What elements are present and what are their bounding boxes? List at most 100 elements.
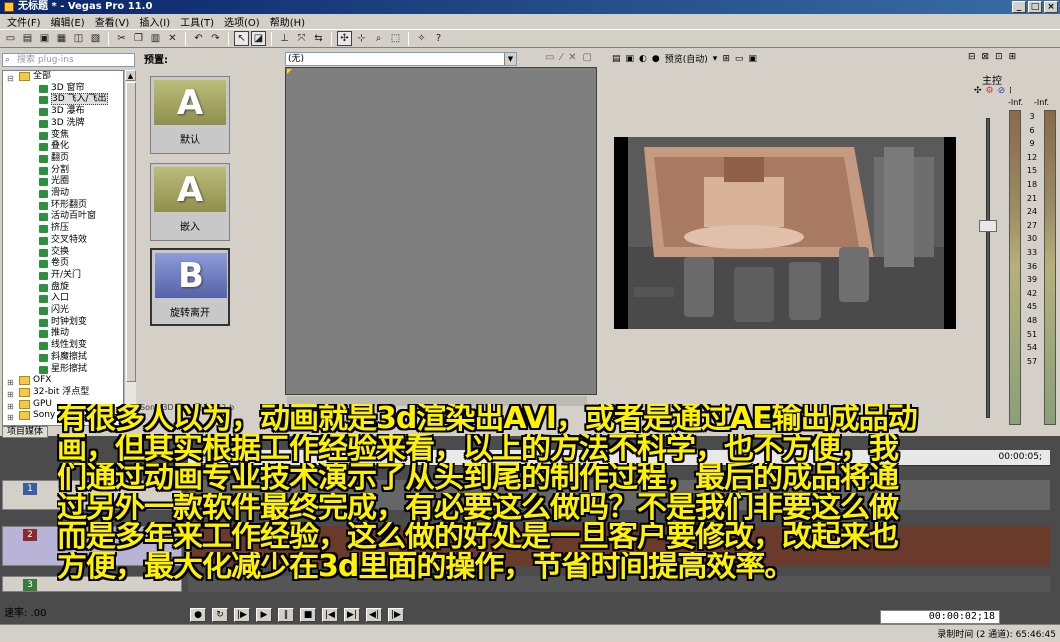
chevron-down-icon[interactable]: ▾ — [713, 54, 718, 64]
tree-item[interactable]: 交换 — [3, 247, 123, 259]
auto-ripple-icon[interactable]: ⇆ — [311, 31, 326, 46]
keyframe-marker-icon[interactable] — [287, 69, 292, 74]
save-snapshot-icon[interactable]: ▣ — [748, 54, 757, 64]
minimize-button[interactable]: _ — [1012, 1, 1026, 13]
copy-snapshot-icon[interactable]: ▭ — [735, 54, 744, 64]
solo-icon[interactable]: ⁞ — [1009, 86, 1012, 96]
tree-item[interactable]: 叠化 — [3, 141, 123, 153]
auto-crossfade-icon[interactable]: ⤧ — [294, 31, 309, 46]
bus-icon[interactable]: ⊡ — [995, 52, 1003, 62]
menu-file[interactable]: 文件(F) — [2, 14, 46, 29]
delete-preset-icon[interactable]: ✕ — [568, 52, 576, 63]
insert-icon[interactable]: ⊞ — [1009, 52, 1017, 62]
save-as-icon[interactable]: ▦ — [54, 31, 69, 46]
tree-item[interactable]: 活动百叶窗 — [3, 211, 123, 223]
selection-tool-icon[interactable]: ⬚ — [388, 31, 403, 46]
tree-item[interactable]: 交叉特效 — [3, 235, 123, 247]
tree-item[interactable]: 线性划变 — [3, 340, 123, 352]
pause-icon[interactable]: ‖ — [278, 608, 294, 622]
menu-tools[interactable]: 工具(T) — [175, 14, 219, 29]
normal-edit-tool-icon[interactable]: ↖ — [234, 31, 249, 46]
settings-gear-icon[interactable]: ⚙ — [986, 86, 994, 96]
tree-item[interactable]: 滑动 — [3, 188, 123, 200]
tree-root-ofx[interactable]: ⊞ OFX — [3, 375, 123, 387]
lock-envelopes-icon[interactable]: ✣ — [337, 31, 352, 46]
loop-icon[interactable]: ↻ — [212, 608, 228, 622]
plugin-search-input[interactable]: ⌕ 搜索 plug-ins — [2, 53, 135, 67]
tree-item[interactable]: 盘旋 — [3, 282, 123, 294]
effect-keyframe-area[interactable] — [285, 67, 597, 395]
expand-icon[interactable]: ⊞ — [7, 412, 14, 424]
preview-window-icon[interactable]: ▢ — [583, 52, 592, 63]
master-fader-track[interactable] — [986, 118, 990, 418]
tree-item[interactable]: 卷页 — [3, 258, 123, 270]
menu-edit[interactable]: 编辑(E) — [46, 14, 90, 29]
cut-icon[interactable]: ✂ — [114, 31, 129, 46]
menu-view[interactable]: 查看(V) — [90, 14, 135, 29]
save-preset-icon[interactable]: ▭ — [545, 52, 554, 63]
wand-icon[interactable]: ⁄ — [560, 52, 562, 63]
tree-root-32bit[interactable]: ⊞ 32-bit 浮点型 — [3, 387, 123, 399]
master-fader-handle[interactable] — [979, 220, 997, 232]
tree-item[interactable]: 变焦 — [3, 130, 123, 142]
tree-item[interactable]: 闪光 — [3, 305, 123, 317]
grid-icon[interactable]: ⊞ — [722, 54, 730, 64]
tree-item[interactable]: 分割 — [3, 165, 123, 177]
menu-help[interactable]: 帮助(H) — [265, 14, 310, 29]
stop-icon[interactable]: ■ — [300, 608, 316, 622]
preset-spin-away[interactable]: B 旋转离开 — [150, 248, 230, 326]
scrollbar-thumb[interactable] — [126, 82, 136, 382]
copy-icon[interactable]: ❐ — [131, 31, 146, 46]
tree-item[interactable]: 3D 瀑布 — [3, 106, 123, 118]
tree-item[interactable]: 翻页 — [3, 153, 123, 165]
tree-item[interactable]: 入口 — [3, 293, 123, 305]
tree-item[interactable]: 环形翻页 — [3, 200, 123, 212]
fx-icon[interactable]: ✣ — [974, 86, 982, 96]
route-icon[interactable]: ⊠ — [982, 52, 990, 62]
tree-item[interactable]: 推动 — [3, 328, 123, 340]
play-icon[interactable]: ▶ — [256, 608, 272, 622]
go-to-end-icon[interactable]: ▶| — [344, 608, 360, 622]
redo-icon[interactable]: ↷ — [208, 31, 223, 46]
undo-icon[interactable]: ↶ — [191, 31, 206, 46]
tree-item[interactable]: 星形擦拭 — [3, 364, 123, 376]
render-icon[interactable]: ◫ — [71, 31, 86, 46]
menu-insert[interactable]: 插入(I) — [134, 14, 175, 29]
scroll-up-icon[interactable]: ▲ — [125, 70, 136, 81]
go-to-start-icon[interactable]: |◀ — [322, 608, 338, 622]
preview-quality-select[interactable]: 预览(自动) — [665, 52, 708, 65]
ignore-grouping-icon[interactable]: ⊹ — [354, 31, 369, 46]
mute-icon[interactable]: ⊘ — [998, 86, 1006, 96]
tree-item[interactable]: 时钟划变 — [3, 317, 123, 329]
help-pointer-icon[interactable]: ? — [431, 31, 446, 46]
menu-options[interactable]: 选项(O) — [219, 14, 265, 29]
external-monitor-icon[interactable]: ▣ — [626, 54, 635, 64]
mixer-icon[interactable]: ⊟ — [968, 52, 976, 62]
preset-inset[interactable]: A 嵌入 — [150, 163, 230, 241]
wand-icon[interactable]: ✧ — [414, 31, 429, 46]
tree-item-selected[interactable]: 3D 飞入/飞出 — [3, 93, 123, 106]
open-folder-icon[interactable]: ▤ — [20, 31, 35, 46]
split-screen-icon[interactable]: ◐ — [639, 54, 647, 64]
effect-select[interactable]: (无) ▼ — [285, 52, 517, 66]
zoom-tool-icon[interactable]: ⌕ — [371, 31, 386, 46]
close-button[interactable]: × — [1044, 1, 1058, 13]
paste-icon[interactable]: ▥ — [148, 31, 163, 46]
tree-item[interactable]: 斜魔擦拭 — [3, 352, 123, 364]
tab-project-media[interactable]: 项目媒体 — [2, 426, 49, 438]
maximize-button[interactable]: □ — [1028, 1, 1042, 13]
play-from-start-icon[interactable]: |▶ — [234, 608, 250, 622]
snap-icon[interactable]: ⊥ — [277, 31, 292, 46]
previous-frame-icon[interactable]: ◀| — [366, 608, 382, 622]
new-file-icon[interactable]: ▭ — [3, 31, 18, 46]
save-icon[interactable]: ▣ — [37, 31, 52, 46]
chevron-down-icon[interactable]: ▼ — [504, 53, 516, 65]
preset-default[interactable]: A 默认 — [150, 76, 230, 154]
properties-icon[interactable]: ▧ — [88, 31, 103, 46]
next-frame-icon[interactable]: |▶ — [388, 608, 404, 622]
tree-root-all[interactable]: ⊟ 全部 — [3, 71, 123, 83]
delete-icon[interactable]: ✕ — [165, 31, 180, 46]
tree-item[interactable]: 光圈 — [3, 176, 123, 188]
tree-scrollbar[interactable]: ▲ ▼ — [124, 70, 136, 426]
tree-item[interactable]: 开/关门 — [3, 270, 123, 282]
